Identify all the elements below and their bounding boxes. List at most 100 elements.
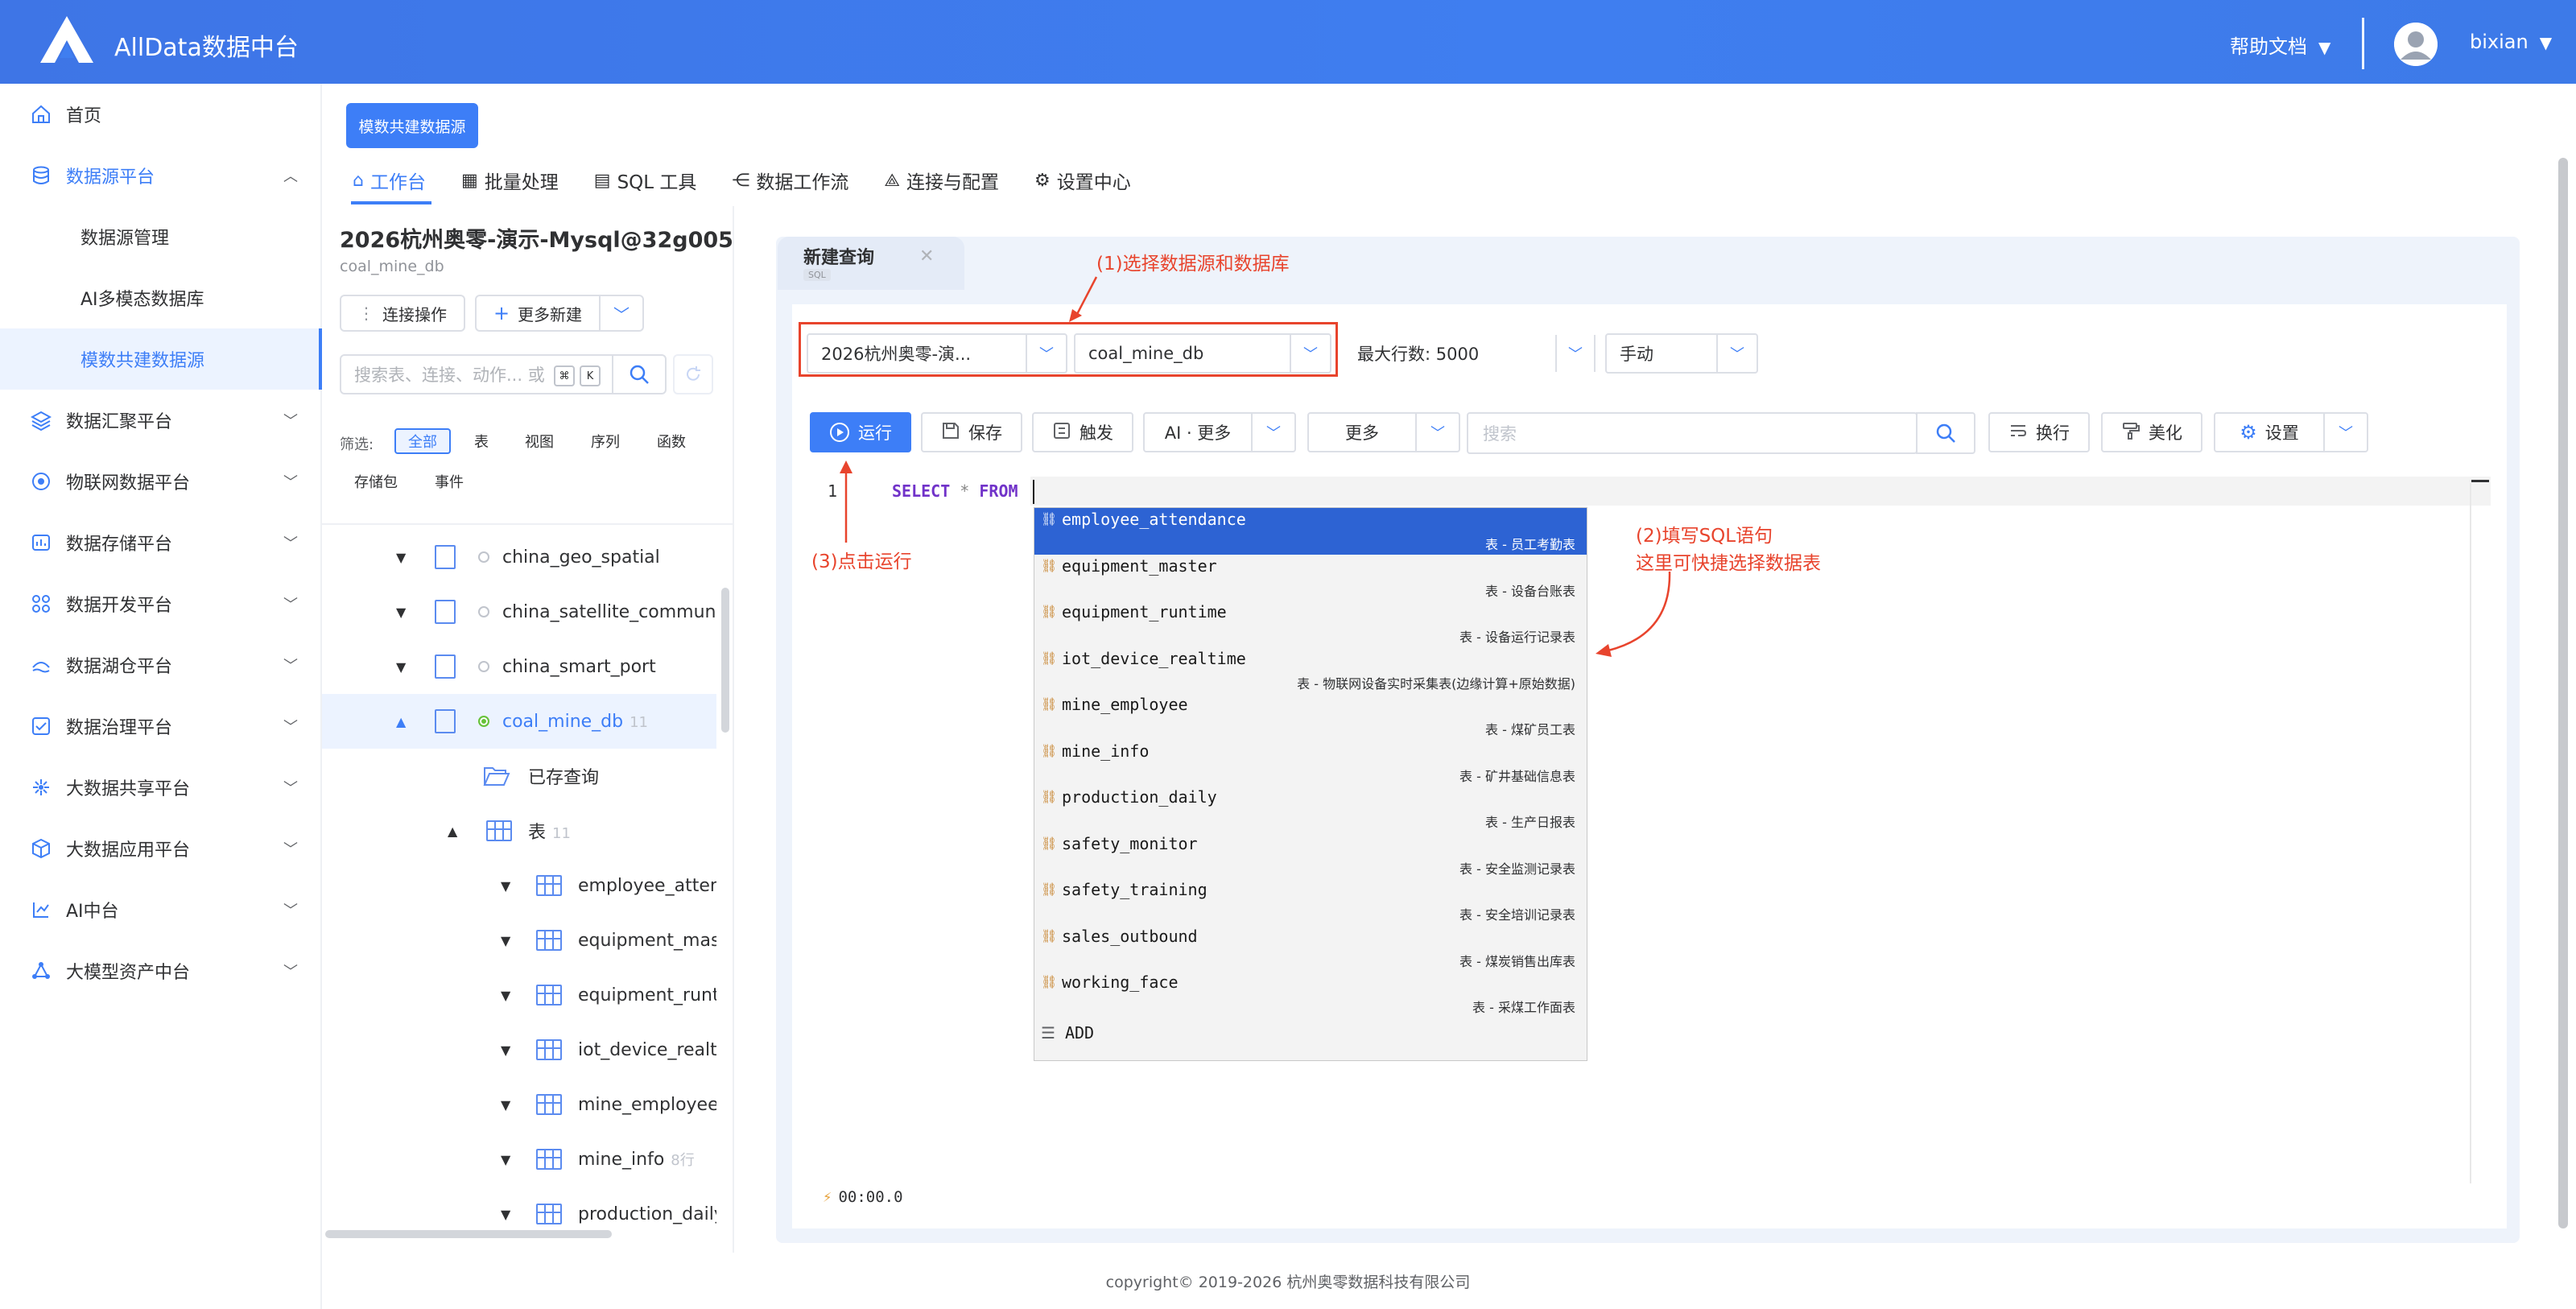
more-dropdown[interactable]: ﹀: [1415, 412, 1460, 452]
editor-scroll-track[interactable]: [2470, 483, 2471, 1183]
database-icon: [435, 600, 456, 624]
tree-item-db[interactable]: ▼ china_geo_spatial: [322, 530, 716, 584]
tree-item-table[interactable]: ▼ mine_info 8行: [322, 1132, 716, 1187]
tab-connection[interactable]: ⟁ 连接与配置: [884, 164, 999, 196]
trigger-icon: [1052, 421, 1071, 444]
table-link-icon: ⛓: [1041, 974, 1058, 989]
cmd-key-hint: ⌘: [554, 365, 575, 386]
autocomplete-item[interactable]: ⛓ iot_device_realtime 表 - 物联网设备实时采集表(边缘计算+…: [1034, 647, 1587, 694]
settings-button[interactable]: ⚙ 设置: [2214, 412, 2325, 452]
item-name: sales_outbound: [1062, 926, 1198, 946]
button-label: 触发: [1080, 423, 1113, 443]
tab-workbench[interactable]: ⌂ 工作台: [353, 164, 426, 196]
tab-settings[interactable]: ⚙ 设置中心: [1034, 164, 1131, 196]
tree-item-db[interactable]: ▼ china_smart_port: [322, 639, 716, 694]
sidebar-item-iot[interactable]: 物联网数据平台 ﹀: [0, 451, 322, 512]
tree-search-button[interactable]: [612, 354, 667, 394]
tree-item-table[interactable]: ▼ iot_device_realtime: [322, 1022, 716, 1077]
avatar[interactable]: [2394, 23, 2438, 66]
more-new-dropdown[interactable]: ﹀: [599, 295, 644, 332]
tree-item-table[interactable]: ▼ equipment_master: [322, 913, 716, 968]
autocomplete-item[interactable]: ⛓ sales_outbound 表 - 煤炭销售出库表: [1034, 925, 1587, 972]
sql-code-editor[interactable]: SELECT * FROM: [892, 481, 1018, 501]
filter-all[interactable]: 全部: [394, 428, 451, 454]
ai-more-dropdown[interactable]: ﹀: [1251, 412, 1296, 452]
autocomplete-item[interactable]: ⛓ safety_training 表 - 安全培训记录表: [1034, 878, 1587, 925]
panel-splitter[interactable]: [733, 206, 734, 1253]
filter-view[interactable]: 视图: [515, 428, 564, 454]
chevron-down-icon: ﹀: [283, 597, 298, 613]
settings-dropdown[interactable]: ﹀: [2323, 412, 2368, 452]
tree-item-db-selected[interactable]: ▲ coal_mine_db 11: [322, 694, 716, 749]
more-button[interactable]: 更多: [1307, 412, 1417, 452]
sidebar-item-storage[interactable]: 数据存储平台 ﹀: [0, 512, 322, 573]
tree-item-table[interactable]: ▼ mine_employee: [322, 1077, 716, 1132]
button-label: 换行: [2036, 423, 2070, 443]
run-button[interactable]: 运行: [810, 412, 911, 452]
tree-item-table[interactable]: ▼ equipment_runtime: [322, 968, 716, 1022]
button-label: 连接操作: [382, 304, 447, 324]
sidebar-item-ai[interactable]: AI中台 ﹀: [0, 879, 322, 940]
autocomplete-item[interactable]: ⛓ mine_employee 表 - 煤矿员工表: [1034, 693, 1587, 740]
filter-function[interactable]: 函数: [647, 428, 696, 454]
refresh-button[interactable]: [673, 354, 713, 394]
query-tab[interactable]: 新建查询 SQL ✕: [778, 237, 964, 290]
tree-item-saved-queries[interactable]: 已存查询: [322, 749, 716, 803]
sidebar-item-bigdata-app[interactable]: 大数据应用平台 ﹀: [0, 818, 322, 879]
sidebar-item-ai-multimodal-db[interactable]: AI多模态数据库: [0, 267, 322, 328]
editor-search-input[interactable]: 搜索: [1467, 412, 1918, 454]
autocomplete-item-add[interactable]: ☰ ADD: [1041, 1023, 1094, 1043]
sidebar-item-dev[interactable]: 数据开发平台 ﹀: [0, 573, 322, 634]
connect-actions-button[interactable]: ⋮ 连接操作: [340, 295, 465, 332]
tree-item-table[interactable]: ▼ employee_attendance: [322, 858, 716, 913]
tree-item-tables-group[interactable]: ▲ 表 11: [322, 803, 716, 858]
sidebar-item-label: 数据开发平台: [66, 596, 173, 616]
tree-item-db[interactable]: ▼ china_satellite_communication: [322, 584, 716, 639]
sidebar-item-home[interactable]: 首页: [0, 84, 322, 145]
tree-vertical-scrollbar[interactable]: [721, 588, 729, 733]
filter-table[interactable]: 表: [464, 428, 499, 454]
autocomplete-item[interactable]: ⛓ production_daily 表 - 生产日报表: [1034, 786, 1587, 832]
more-new-button[interactable]: + 更多新建: [475, 295, 601, 332]
save-button[interactable]: 保存: [921, 412, 1022, 452]
close-icon[interactable]: ✕: [919, 246, 934, 266]
autocomplete-item[interactable]: ⛓ safety_monitor 表 - 安全监测记录表: [1034, 832, 1587, 879]
tab-batch[interactable]: ▦ 批量处理: [461, 164, 559, 196]
user-menu[interactable]: bixian ▼: [2470, 31, 2552, 53]
sidebar-item-governance[interactable]: 数据治理平台 ﹀: [0, 696, 322, 757]
autocomplete-item[interactable]: ⛓ equipment_runtime 表 - 设备运行记录表: [1034, 601, 1587, 647]
button-label: 更多: [1345, 423, 1379, 443]
sidebar-item-datasource-manage[interactable]: 数据源管理: [0, 206, 322, 267]
ai-more-button[interactable]: AI · 更多: [1143, 412, 1253, 452]
autocomplete-item[interactable]: ⛓ employee_attendance 表 - 员工考勤表: [1034, 508, 1587, 555]
tree-horizontal-scrollbar[interactable]: [325, 1230, 612, 1238]
sidebar-item-share[interactable]: 大数据共享平台 ﹀: [0, 757, 322, 818]
annotation-arrow-icon: [840, 460, 852, 543]
beautify-button[interactable]: 美化: [2101, 412, 2202, 452]
tree-item-label: production_daily: [578, 1204, 716, 1224]
item-name: equipment_master: [1062, 555, 1217, 576]
overview-ruler-mark: [2471, 480, 2489, 482]
trigger-button[interactable]: 触发: [1032, 412, 1133, 452]
tab-workflow[interactable]: ⋲ 数据工作流: [732, 164, 848, 196]
sidebar-item-model-datasource[interactable]: 模数共建数据源: [0, 328, 322, 390]
wrap-button[interactable]: 换行: [1988, 412, 2090, 452]
help-docs-menu[interactable]: 帮助文档 ▼: [2230, 31, 2330, 59]
tab-sql-tool[interactable]: ▤ SQL 工具: [594, 164, 697, 196]
tree-search-input[interactable]: 搜索表、连接、动作... 或 ⌘ K: [340, 354, 613, 394]
run-mode-select[interactable]: 手动 ﹀: [1605, 333, 1758, 374]
page-scrollbar[interactable]: [2558, 158, 2568, 1228]
max-rows-select[interactable]: 最大行数: 5000 ﹀: [1343, 333, 1597, 374]
autocomplete-item[interactable]: ⛓ mine_info 表 - 矿井基础信息表: [1034, 740, 1587, 787]
sidebar-item-data-aggregation[interactable]: 数据汇聚平台 ﹀: [0, 390, 322, 451]
autocomplete-item[interactable]: ⛓ equipment_master 表 - 设备台账表: [1034, 555, 1587, 601]
filter-sequence[interactable]: 序列: [581, 428, 630, 454]
sidebar-item-lakehouse[interactable]: 数据湖仓平台 ﹀: [0, 634, 322, 696]
autocomplete-item[interactable]: ⛓ working_face 表 - 采煤工作面表: [1034, 971, 1587, 1018]
model-datasource-button[interactable]: 模数共建数据源: [346, 103, 478, 148]
sidebar-item-datasource-platform[interactable]: 数据源平台 ︿: [0, 145, 322, 206]
filter-package[interactable]: 存储包: [340, 469, 412, 494]
sidebar-item-model-assets[interactable]: 大模型资产中台 ﹀: [0, 940, 322, 1001]
editor-search-button[interactable]: [1916, 412, 1975, 454]
filter-event[interactable]: 事件: [425, 469, 473, 494]
